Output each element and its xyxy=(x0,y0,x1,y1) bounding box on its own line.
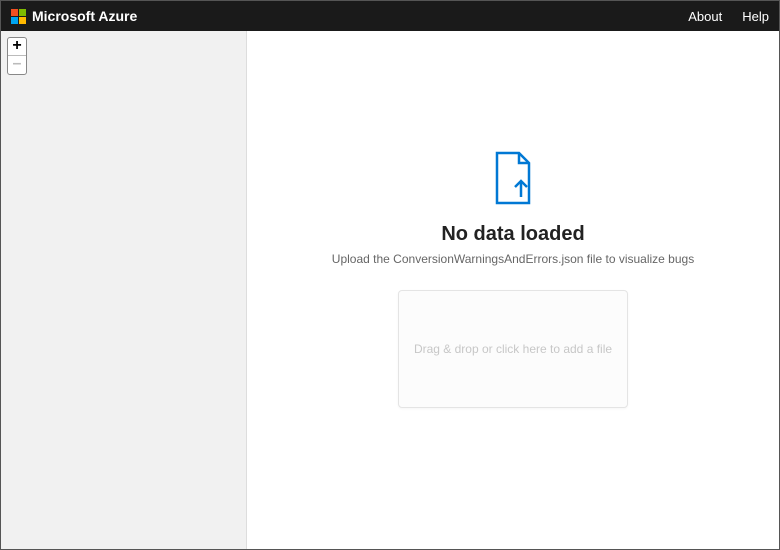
microsoft-logo-icon xyxy=(11,9,26,24)
sidebar: + – xyxy=(1,31,247,549)
zoom-control: + – xyxy=(7,37,27,75)
about-link[interactable]: About xyxy=(688,9,722,24)
zoom-out-button[interactable]: – xyxy=(8,56,26,74)
dropzone-label: Drag & drop or click here to add a file xyxy=(414,342,612,356)
topbar: Microsoft Azure About Help xyxy=(1,1,779,31)
brand-title: Microsoft Azure xyxy=(32,8,137,24)
main-panel: No data loaded Upload the ConversionWarn… xyxy=(247,31,779,549)
file-dropzone[interactable]: Drag & drop or click here to add a file xyxy=(398,290,628,408)
help-link[interactable]: Help xyxy=(742,9,769,24)
document-upload-icon xyxy=(491,151,535,205)
empty-state-title: No data loaded xyxy=(441,223,584,246)
brand-logo: Microsoft Azure xyxy=(11,8,137,24)
zoom-in-button[interactable]: + xyxy=(8,38,26,56)
content-area: + – No data loaded Upload the Conversion… xyxy=(1,31,779,549)
empty-state-subtitle: Upload the ConversionWarningsAndErrors.j… xyxy=(332,252,694,266)
